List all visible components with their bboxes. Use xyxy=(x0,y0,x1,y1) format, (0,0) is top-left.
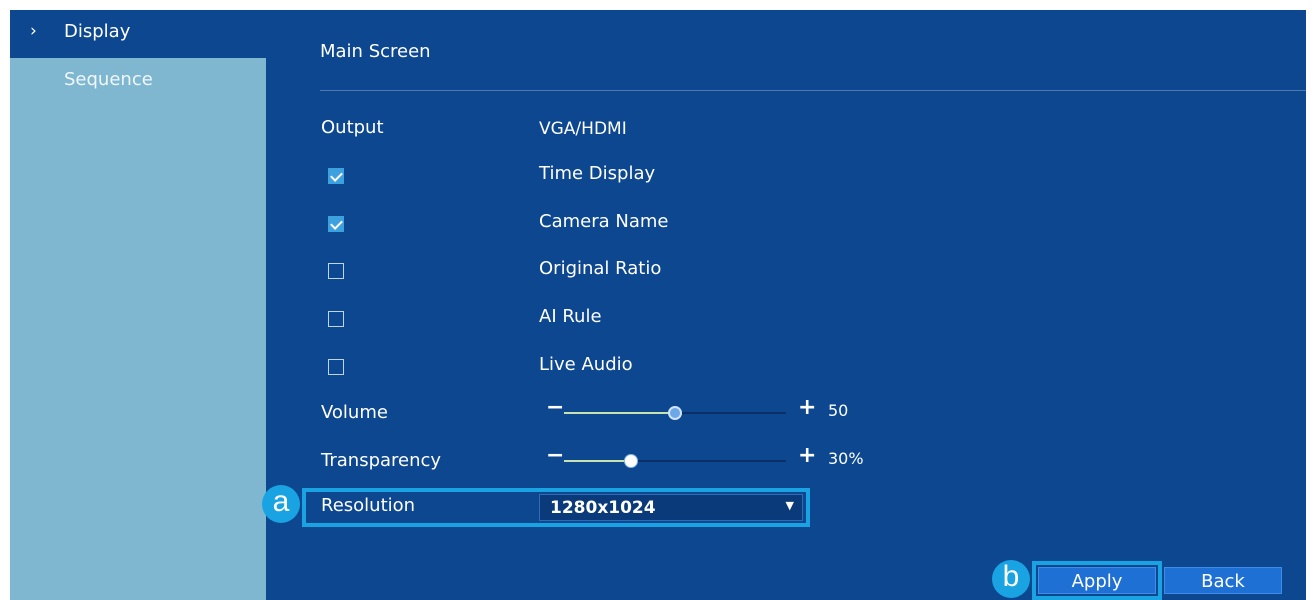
transparency-slider-track[interactable] xyxy=(564,454,786,468)
output-label: Output xyxy=(321,117,384,138)
volume-slider-fill xyxy=(564,412,675,414)
apply-button[interactable]: Apply xyxy=(1038,567,1156,594)
volume-label: Volume xyxy=(321,402,388,423)
live-audio-checkbox[interactable] xyxy=(328,359,344,375)
original-ratio-label: Original Ratio xyxy=(539,258,662,279)
sidebar-item-display[interactable]: › Display xyxy=(10,10,266,58)
volume-value: 50 xyxy=(828,401,849,420)
dropdown-arrow-icon: ▼ xyxy=(785,499,794,512)
volume-slider: − + 50 xyxy=(546,397,876,423)
chevron-right-icon: › xyxy=(30,21,37,41)
time-display-checkbox[interactable] xyxy=(328,168,344,184)
divider xyxy=(320,90,1306,91)
volume-increase-button[interactable]: + xyxy=(798,397,816,419)
display-settings-window: › Display Sequence Main Screen Output VG… xyxy=(10,10,1306,600)
page-title: Main Screen xyxy=(320,41,431,62)
sidebar-item-label: Display xyxy=(64,21,131,42)
annotation-marker-a: a xyxy=(262,485,300,523)
back-button[interactable]: Back xyxy=(1164,567,1282,594)
original-ratio-checkbox[interactable] xyxy=(328,263,344,279)
annotation-marker-b: b xyxy=(992,560,1030,598)
transparency-slider-fill xyxy=(564,460,631,462)
resolution-dropdown[interactable]: 1280x1024 ▼ xyxy=(539,494,803,521)
volume-decrease-button[interactable]: − xyxy=(546,397,564,419)
transparency-slider-handle[interactable] xyxy=(623,454,638,468)
resolution-value: 1280x1024 xyxy=(550,498,656,518)
output-value: VGA/HDMI xyxy=(539,119,627,139)
ai-rule-label: AI Rule xyxy=(539,306,602,327)
transparency-increase-button[interactable]: + xyxy=(798,445,816,467)
sidebar: › Display Sequence xyxy=(10,10,266,600)
sidebar-item-sequence[interactable]: Sequence xyxy=(64,69,153,90)
volume-slider-track[interactable] xyxy=(564,406,786,420)
volume-slider-handle[interactable] xyxy=(668,406,682,420)
ai-rule-checkbox[interactable] xyxy=(328,311,344,327)
resolution-label: Resolution xyxy=(321,495,416,516)
camera-name-label: Camera Name xyxy=(539,211,669,232)
live-audio-label: Live Audio xyxy=(539,354,633,375)
transparency-label: Transparency xyxy=(321,450,442,471)
transparency-value: 30% xyxy=(828,449,864,468)
camera-name-checkbox[interactable] xyxy=(328,216,344,232)
transparency-decrease-button[interactable]: − xyxy=(546,445,564,467)
time-display-label: Time Display xyxy=(539,163,656,184)
transparency-slider: − + 30% xyxy=(546,445,876,471)
